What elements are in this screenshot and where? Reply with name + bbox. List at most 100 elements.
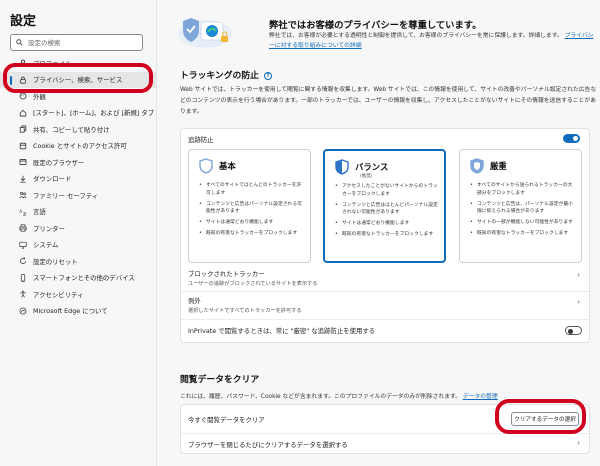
reset-icon (19, 257, 27, 265)
search-input[interactable] (28, 38, 128, 47)
clear-now-row: 今すぐ閲覧データをクリア クリアするデータの選択 (181, 405, 589, 433)
sidebar-item-start-home[interactable]: [スタート]、[ホーム]、および [新規] タブ (0, 105, 157, 122)
level-header: 基本 (199, 158, 236, 174)
row-title: 例外 (188, 297, 201, 305)
home-icon (19, 109, 27, 117)
level-recommended-tag: (推奨) (360, 174, 373, 179)
settings-search[interactable] (10, 34, 143, 51)
sidebar-item-appearance[interactable]: 外観 (0, 88, 157, 105)
share-icon (19, 125, 27, 133)
level-bullets: アクセスしたことがないサイトからのトラッカーをブロックします コンテンツと広告は… (335, 183, 441, 242)
level-name: 厳重 (490, 161, 507, 171)
level-bullet: 既知の有害なトラッカーをブロックします (199, 230, 305, 238)
chevron-right-icon: › (577, 439, 580, 447)
sidebar-item-label: 設定のリセット (33, 257, 78, 266)
sidebar-item-accessibility[interactable]: アクセシビリティ (0, 286, 157, 303)
accessibility-icon (19, 290, 27, 298)
sidebar-item-about[interactable]: Microsoft Edge について (0, 303, 157, 320)
row-subtitle: 選択したサイトですべてのトラッカーを許可する (188, 308, 302, 314)
shield-filled-icon (470, 158, 484, 174)
level-name: バランス (355, 162, 389, 172)
sidebar-item-printers[interactable]: プリンター (0, 220, 157, 237)
tracking-prevention-toggle[interactable] (563, 134, 580, 143)
sidebar-item-label: Cookie とサイトのアクセス許可 (33, 142, 127, 151)
clear-data-card: 今すぐ閲覧データをクリア クリアするデータの選択 ブラウザーを閉じるたびにクリア… (180, 404, 590, 454)
tracking-level-strict[interactable]: 厳重 すべてのサイトから送られるトラッカーの大部分をブロックします コンテンツと… (459, 149, 582, 263)
appearance-icon (19, 92, 27, 100)
level-header: 厳重 (470, 158, 507, 174)
level-bullet: すべてのサイトから送られるトラッカーの大部分をブロックします (470, 182, 576, 197)
sidebar-item-label: スマートフォンとその他のデバイス (33, 274, 135, 283)
settings-main: 弊社ではお客様のプライバシーを尊重しています。 弊社では、お客様が必要とする透明… (157, 0, 600, 466)
divider (181, 291, 589, 292)
cookie-icon (19, 142, 27, 150)
chevron-right-icon: › (577, 271, 580, 279)
clear-data-description: これには、履歴、パスワード、Cookie などが含まれます。このプロファイルのデ… (180, 391, 498, 400)
search-icon (16, 39, 23, 46)
tracking-prevention-card: 追跡防止 基本 すべてのサイトでほとんどのトラッカーを許可します コンテンツと広… (180, 128, 590, 343)
tracking-description: Web サイトでは、トラッカーを使用して閲覧に関する情報を収集します。Web サ… (180, 87, 597, 115)
sidebar-item-reset[interactable]: 設定のリセット (0, 253, 157, 270)
tracking-section-title: トラッキングの防止? (180, 68, 272, 81)
level-bullets: すべてのサイトでほとんどのトラッカーを許可します コンテンツと広告はパーソナル設… (199, 182, 305, 241)
edge-icon (19, 307, 27, 315)
sidebar-item-label: Microsoft Edge について (33, 307, 108, 316)
level-bullet: サイトの一部が機能しない可能性があります (470, 219, 576, 227)
sidebar-item-label: ファミリー セーフティ (33, 191, 99, 200)
level-bullet: サイトは通常どおり機能します (335, 220, 441, 228)
language-icon: Aあ (19, 208, 27, 216)
clear-desc-text: これには、履歴、パスワード、Cookie などが含まれます。このプロファイルのデ… (180, 394, 461, 400)
sidebar-item-privacy[interactable]: プライバシー、検索、サービス (0, 71, 157, 88)
sidebar-item-downloads[interactable]: ダウンロード (0, 171, 157, 188)
printer-icon (19, 224, 27, 232)
clear-data-section-title: 閲覧データをクリア (180, 375, 260, 385)
browser-icon (19, 158, 27, 166)
divider (181, 319, 589, 320)
info-icon[interactable]: ? (263, 72, 272, 80)
level-bullet: コンテンツと広告はほとんどパーソナル設定されない可能性があります (335, 202, 441, 217)
blocked-trackers-row[interactable]: ブロックされたトラッカー ユーザーの追跡がブロックされているサイトを表示する › (181, 267, 589, 291)
sidebar-item-label: システム (33, 241, 59, 250)
exceptions-row[interactable]: 例外 選択したサイトですべてのトラッカーを許可する › (181, 293, 589, 318)
chevron-right-icon: › (577, 298, 580, 306)
privacy-title: 弊社ではお客様のプライバシーを尊重しています。 (269, 20, 482, 31)
level-bullet: 既知の有害なトラッカーをブロックします (470, 230, 576, 238)
sidebar-item-share[interactable]: 共有、コピーして貼り付け (0, 121, 157, 138)
level-bullet: すべてのサイトでほとんどのトラッカーを許可します (199, 182, 305, 197)
settings-title: 設定 (10, 14, 37, 29)
sidebar-item-label: ダウンロード (33, 175, 72, 184)
sidebar-item-label: プリンター (33, 224, 65, 233)
level-bullets: すべてのサイトから送られるトラッカーの大部分をブロックします コンテンツと広告は… (470, 182, 576, 241)
level-bullet: 既知の有害なトラッカーをブロックします (335, 231, 441, 239)
sidebar-item-phone[interactable]: スマートフォンとその他のデバイス (0, 270, 157, 287)
sidebar-item-default-browser[interactable]: 既定のブラウザー (0, 154, 157, 171)
sidebar-item-cookies[interactable]: Cookie とサイトのアクセス許可 (0, 138, 157, 155)
privacy-shield-icon (178, 18, 232, 48)
manage-data-link[interactable]: データの管理 (463, 394, 498, 400)
sidebar-item-label: 共有、コピーして貼り付け (33, 125, 110, 134)
sidebar-item-label: プライバシー、検索、サービス (33, 76, 123, 85)
inprivate-strict-toggle[interactable] (565, 326, 582, 335)
row-title: ブラウザーを閉じるたびにクリアするデータを選択する (188, 441, 348, 449)
sidebar-item-languages[interactable]: Aあ 言語 (0, 204, 157, 221)
settings-sidebar: 設定 プロファイル プライバシー、検索、サービス 外観 [スタート]、[ホーム]… (0, 0, 157, 466)
sidebar-item-label: 既定のブラウザー (33, 158, 85, 167)
sidebar-item-system[interactable]: システム (0, 237, 157, 254)
privacy-banner: 弊社ではお客様のプライバシーを尊重しています。 弊社では、お客様が必要とする透明… (177, 14, 593, 56)
tracking-title-text: トラッキングの防止 (180, 71, 259, 81)
sidebar-item-profile[interactable]: プロファイル (0, 55, 157, 72)
sidebar-item-label: [スタート]、[ホーム]、および [新規] タブ (33, 109, 155, 118)
settings-nav: プロファイル プライバシー、検索、サービス 外観 [スタート]、[ホーム]、およ… (0, 55, 157, 319)
tracking-level-basic[interactable]: 基本 すべてのサイトでほとんどのトラッカーを許可します コンテンツと広告はパーソ… (188, 149, 311, 263)
profile-icon (19, 59, 27, 67)
clear-on-close-row[interactable]: ブラウザーを閉じるたびにクリアするデータを選択する › (181, 434, 589, 454)
tracking-level-balanced[interactable]: バランス (推奨) アクセスしたことがないサイトからのトラッカーをブロックします… (323, 149, 446, 263)
sidebar-item-family[interactable]: ファミリー セーフティ (0, 187, 157, 204)
download-icon (19, 175, 27, 183)
choose-data-to-clear-button[interactable]: クリアするデータの選択 (511, 412, 579, 426)
row-title: InPrivate で閲覧するときは、常に "厳密" な追跡防止を使用する (188, 327, 376, 335)
level-bullet: サイトは通常どおり機能します (199, 219, 305, 227)
sidebar-item-label: アクセシビリティ (33, 290, 84, 299)
row-title: ブロックされたトラッカー (188, 270, 265, 278)
svg-text:あ: あ (23, 211, 27, 216)
